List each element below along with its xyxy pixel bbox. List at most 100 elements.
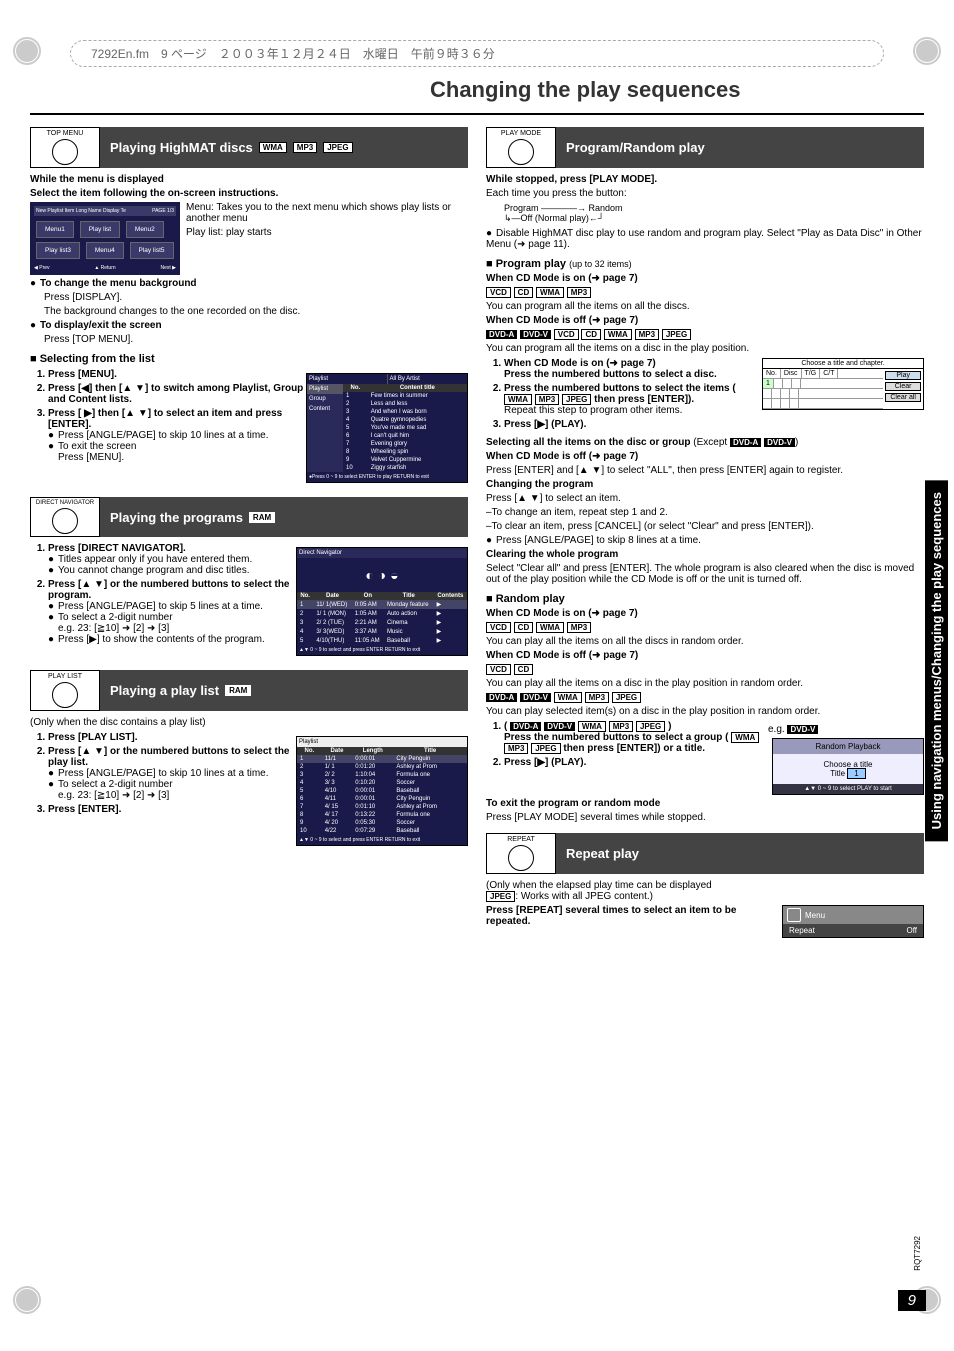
osd-menu-label: Menu [805, 911, 825, 920]
osd-cell: Menu1 [36, 221, 74, 238]
osd-cell: Play list5 [130, 242, 174, 259]
text: Press [PLAY MODE] several times while st… [486, 812, 924, 823]
button-label: PLAY LIST [48, 673, 82, 680]
osd-tab: All By Artist [388, 374, 468, 384]
format-tag: JPEG [323, 142, 352, 153]
crop-mark [12, 1285, 42, 1315]
format-tag: WMA [259, 142, 287, 153]
osd-footer: ▲▼ 0 ~ 9 to select and press ENTER RETUR… [297, 835, 467, 845]
osd-cell: Play list [80, 221, 120, 238]
heading: Clearing the whole program [486, 549, 924, 560]
example-label: e.g. DVD-V [768, 724, 924, 735]
osd-tab: Playlist [307, 374, 388, 384]
osd-btn: Clear all [885, 393, 921, 402]
menu-icon [787, 908, 801, 922]
bullet-heading: To change the menu background [30, 278, 468, 289]
subsection-title: Random play [486, 593, 924, 605]
button-label: DIRECT NAVIGATOR [36, 500, 94, 506]
osd-nav: ◀ Prev [34, 265, 50, 271]
playlist-button-graphic: PLAY LIST [30, 670, 100, 711]
crop-mark [912, 36, 942, 66]
osd-footer: ▲▼ 0 ~ 9 to select and press ENTER RETUR… [297, 645, 467, 655]
osd-side: Playlist [307, 384, 343, 394]
osd-title: Direct Navigator [297, 548, 467, 558]
playlist2-osd: Playlist No.DateLengthTitle 111/10:00:01… [296, 736, 468, 846]
text: Press [ENTER] and [▲ ▼] to select "ALL",… [486, 465, 924, 476]
button-icon [52, 508, 78, 534]
text: Press [DISPLAY]. [44, 292, 468, 303]
section-title: Repeat play [566, 846, 639, 861]
heading: Changing the program [486, 479, 924, 490]
text: When CD Mode is on (➜ page 7) [486, 608, 924, 619]
note: (Only when the disc contains a play list… [30, 717, 468, 728]
button-icon [52, 139, 78, 165]
osd-cell: Menu2 [126, 221, 164, 238]
repeat-button-graphic: REPEAT [486, 833, 556, 874]
title-rule [30, 113, 924, 115]
osd-cell: Play list3 [36, 242, 80, 259]
top-menu-button-graphic: TOP MENU [30, 127, 100, 168]
text: You can program all the items on a disc … [486, 343, 924, 354]
section-title: Playing the programs [110, 510, 243, 525]
format-tag: MP3 [293, 142, 317, 153]
text: –To clear an item, press [CANCEL] (or se… [486, 521, 924, 532]
osd-nav: ▲ Return [94, 265, 115, 271]
button-icon [52, 682, 78, 708]
osd-btn: Play [885, 371, 921, 380]
text: The background changes to the one record… [44, 306, 468, 317]
text: You can play selected item(s) on a disc … [486, 706, 924, 717]
text: You can play all the items on a disc in … [486, 678, 924, 689]
osd-label: Repeat [789, 926, 815, 935]
text: Press [TOP MENU]. [44, 334, 468, 345]
tag-row: VCD CD [486, 664, 924, 675]
button-label: TOP MENU [47, 130, 84, 137]
format-tag: RAM [225, 685, 251, 696]
osd-value: Off [906, 926, 917, 935]
playmode-button-graphic: PLAY MODE [486, 127, 556, 168]
osd-title: New Playlist Item Long Name Display Te [36, 208, 126, 214]
text: You can play all the items on all the di… [486, 636, 924, 647]
osd-nav: Next ▶ [160, 265, 176, 271]
osd-footer: ▲▼ 0 ~ 9 to select PLAY to start [773, 784, 923, 794]
osd-caption: Choose a title and chapter. [763, 359, 923, 369]
text: Play list: play starts [186, 227, 468, 238]
doc-header: 7292En.fm 9 ページ ２００３年１２月２４日 水曜日 午前９時３６分 [70, 40, 884, 67]
crop-mark [12, 36, 42, 66]
osd-title: Playlist [297, 737, 467, 747]
tag-row: VCD CD WMA MP3 [486, 287, 924, 298]
text: Menu: Takes you to the next menu which s… [186, 202, 468, 224]
section-title: Playing a play list [110, 683, 219, 698]
program-osd: Choose a title and chapter. No. Disc T/G… [762, 358, 924, 410]
bullet-heading: To display/exit the screen [30, 320, 468, 331]
text: While stopped, press [PLAY MODE]. [486, 174, 924, 185]
button-label: REPEAT [507, 836, 535, 843]
page-number: 9 [898, 1290, 926, 1311]
osd-side: Group [307, 394, 343, 404]
text: –To change an item, repeat step 1 and 2. [486, 507, 924, 518]
text: Select "Clear all" and press [ENTER]. Th… [486, 563, 924, 585]
osd-cell: Menu4 [86, 242, 124, 259]
text: You can program all the items on all the… [486, 301, 924, 312]
section-programs-header: DIRECT NAVIGATOR Playing the programs RA… [30, 497, 468, 537]
direct-navigator-osd: Direct Navigator ◐ ◑ ◒ No.Date OnTitle C… [296, 547, 468, 656]
bullet: Disable HighMAT disc play to use random … [486, 228, 924, 250]
highmat-osd: New Playlist Item Long Name Display Te P… [30, 202, 180, 275]
osd-title: Random Playback [773, 739, 923, 754]
format-tag: RAM [249, 512, 275, 523]
osd-footer: ●Press 0 ~ 9 to select ENTER to play RET… [307, 472, 467, 482]
playlist-osd: Playlist All By Artist Playlist Group Co… [306, 373, 468, 483]
note: (Only when the elapsed play time can be … [486, 880, 924, 902]
text: Press [▲ ▼] to select an item. [486, 493, 924, 504]
step: Press [▶] (PLAY). [504, 419, 924, 430]
section-highmat-header: TOP MENU Playing HighMAT discs WMA MP3 J… [30, 127, 468, 168]
button-label: PLAY MODE [501, 130, 541, 137]
bullet: Press [ANGLE/PAGE] to skip 8 lines at a … [486, 535, 924, 546]
text: Each time you press the button: [486, 188, 924, 199]
subsection-title: Program play (up to 32 items) [486, 258, 924, 270]
text: When CD Mode is on (➜ page 7) [486, 273, 924, 284]
repeat-osd: Menu Repeat Off [782, 905, 924, 938]
side-tab: Using navigation menus/Changing the play… [925, 480, 948, 841]
tag-row: VCD CD WMA MP3 [486, 622, 924, 633]
section-repeat-header: REPEAT Repeat play [486, 833, 924, 874]
direct-navigator-button-graphic: DIRECT NAVIGATOR [30, 497, 100, 537]
